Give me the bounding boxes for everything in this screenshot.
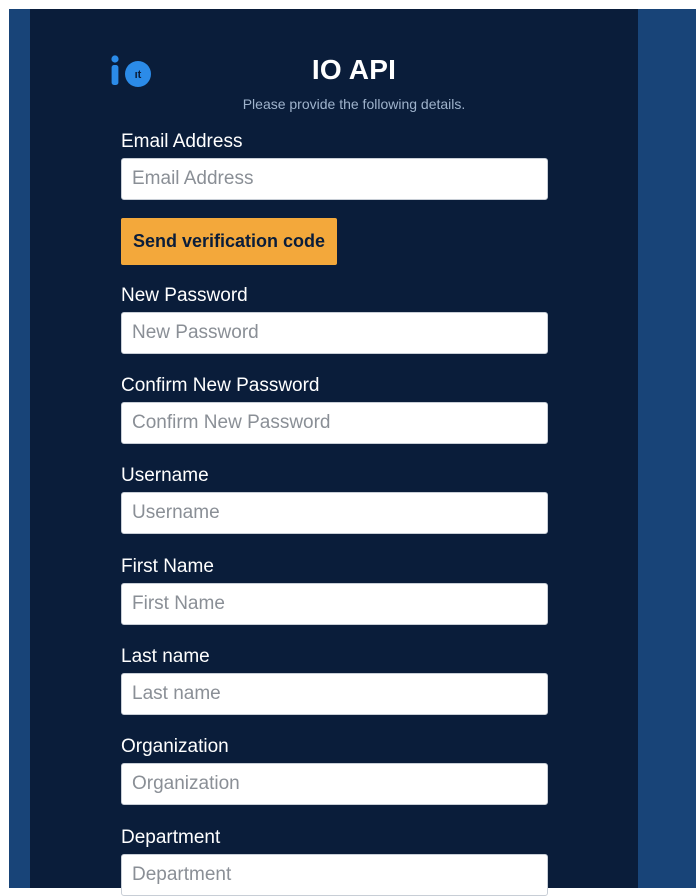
username-input[interactable] xyxy=(121,492,548,534)
last-name-label: Last name xyxy=(121,646,210,667)
organization-label: Organization xyxy=(121,736,229,757)
department-label: Department xyxy=(121,827,221,848)
new-password-label: New Password xyxy=(121,285,248,306)
last-name-input[interactable] xyxy=(121,673,548,715)
page-subtitle: Please provide the following details. xyxy=(242,96,466,112)
email-label: Email Address xyxy=(121,131,243,152)
page-title: IO API xyxy=(311,54,397,85)
first-name-input[interactable] xyxy=(121,583,548,625)
confirm-password-label: Confirm New Password xyxy=(121,375,320,396)
email-input[interactable] xyxy=(121,158,548,200)
department-input[interactable] xyxy=(121,854,548,896)
first-name-label: First Name xyxy=(121,556,214,577)
new-password-input[interactable] xyxy=(121,312,548,354)
organization-input[interactable] xyxy=(121,763,548,805)
username-label: Username xyxy=(121,465,209,486)
send-verification-code-button[interactable]: Send verification code xyxy=(121,218,337,265)
confirm-password-input[interactable] xyxy=(121,402,548,444)
